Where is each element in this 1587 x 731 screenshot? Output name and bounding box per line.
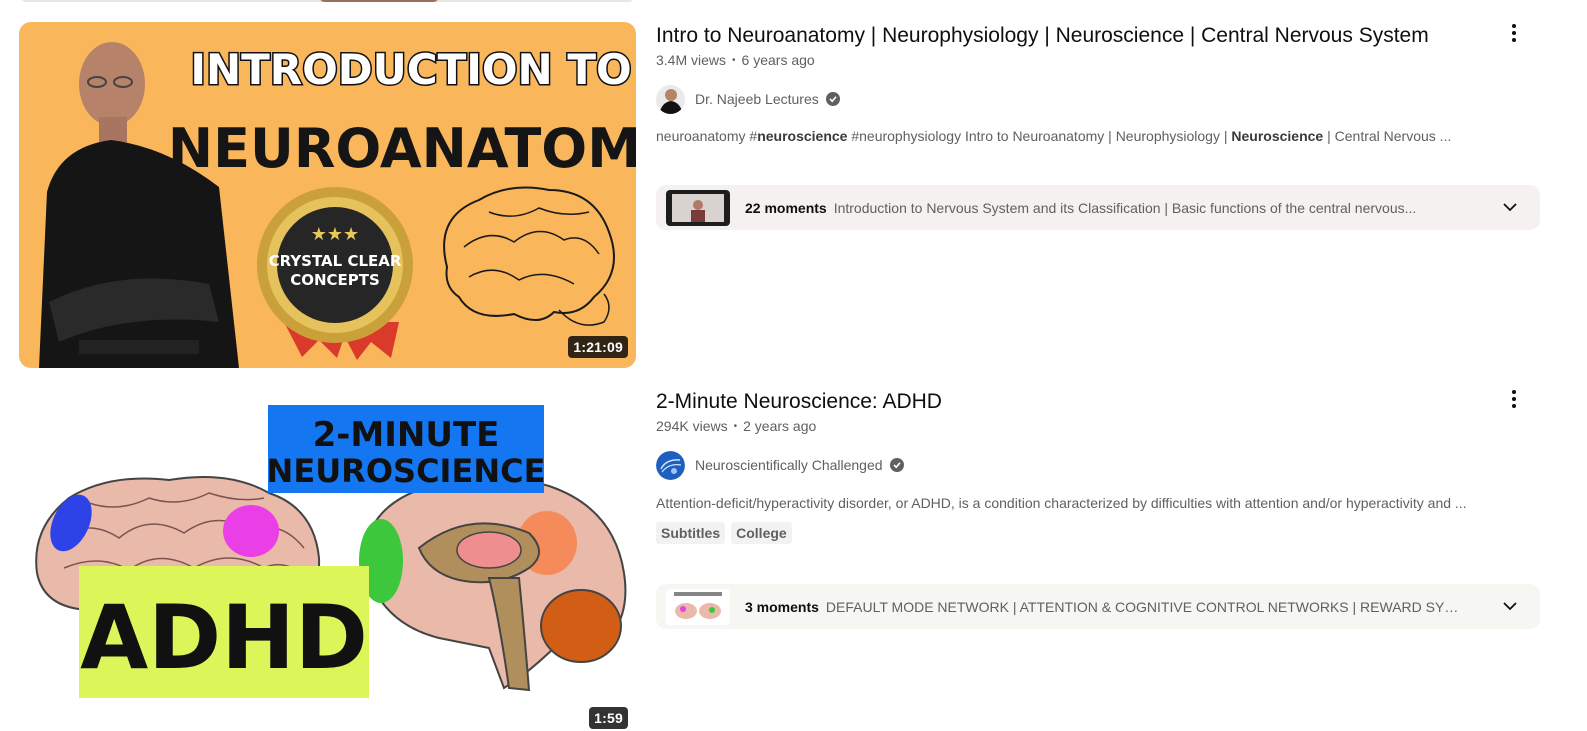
svg-text:★★★: ★★★ bbox=[311, 224, 359, 245]
separator-dot: • bbox=[733, 420, 738, 432]
badge-college: College bbox=[731, 522, 792, 544]
thumb-main-text: ADHD bbox=[80, 586, 368, 689]
separator-dot: • bbox=[732, 54, 736, 66]
upload-age: 2 years ago bbox=[743, 418, 817, 434]
verified-check-icon bbox=[825, 92, 840, 106]
channel-row[interactable]: Neuroscientifically Challenged bbox=[656, 450, 1559, 480]
description-text: neuroanatomy # bbox=[656, 128, 758, 144]
view-count: 3.4M views bbox=[656, 52, 727, 68]
video-duration: 1:21:09 bbox=[568, 336, 628, 358]
video-title[interactable]: Intro to Neuroanatomy | Neurophysiology … bbox=[656, 21, 1559, 51]
search-results-page: INTRODUCTION TO NEUROANATOMY ★★★ CRYSTAL… bbox=[0, 0, 1587, 731]
thumb-banner-line1: 2-MINUTE bbox=[313, 415, 500, 455]
key-moments-bar[interactable]: 22 moments Introduction to Nervous Syste… bbox=[656, 185, 1540, 230]
thumb-title-line1: INTRODUCTION TO bbox=[190, 45, 631, 94]
description-text: | Central Nervous ... bbox=[1323, 128, 1452, 144]
video-thumbnail[interactable]: 2-MINUTE NEUROSCIENCE ADHD 1:59 bbox=[19, 388, 636, 731]
thumbnail-image: INTRODUCTION TO NEUROANATOMY ★★★ CRYSTAL… bbox=[19, 22, 636, 368]
channel-avatar[interactable] bbox=[656, 84, 685, 114]
video-description: Attention-deficit/hyperactivity disorder… bbox=[656, 495, 1536, 511]
description-highlight: neuroscience bbox=[757, 128, 848, 144]
thumb-title-line2: NEUROANATOMY bbox=[168, 117, 636, 180]
description-text: Attention-deficit/hyperactivity disorder… bbox=[656, 495, 1467, 511]
video-info: 2-Minute Neuroscience: ADHD 294K views •… bbox=[656, 388, 1559, 544]
channel-avatar[interactable] bbox=[656, 450, 685, 480]
description-text: #neurophysiology Intro to Neuroanatomy |… bbox=[847, 128, 1232, 144]
thumb-banner-line2: NEUROSCIENCE bbox=[267, 452, 546, 490]
view-count: 294K views bbox=[656, 418, 728, 434]
key-moments-bar[interactable]: 3 moments DEFAULT MODE NETWORK | ATTENTI… bbox=[656, 584, 1540, 629]
thumbnail-image: 2-MINUTE NEUROSCIENCE ADHD bbox=[19, 388, 636, 731]
previous-result-thumbnail-edge[interactable] bbox=[19, 0, 636, 2]
moment-thumbnail[interactable] bbox=[666, 189, 730, 226]
badge-list: Subtitles College bbox=[656, 522, 1559, 544]
upload-age: 6 years ago bbox=[741, 52, 815, 68]
moments-count: 3 moments bbox=[745, 598, 819, 615]
channel-row[interactable]: Dr. Najeeb Lectures bbox=[656, 84, 1559, 114]
seal-text-1: CRYSTAL CLEAR bbox=[269, 252, 402, 270]
description-highlight: Neuroscience bbox=[1231, 128, 1324, 144]
verified-check-icon bbox=[889, 458, 904, 472]
badge-subtitles: Subtitles bbox=[656, 522, 726, 544]
more-actions-icon[interactable] bbox=[1506, 387, 1522, 411]
moments-count: 22 moments bbox=[745, 199, 827, 216]
chevron-down-icon[interactable] bbox=[1500, 197, 1520, 217]
video-result-2[interactable]: 2-MINUTE NEUROSCIENCE ADHD 1:59 2-Minute… bbox=[19, 388, 1559, 731]
video-metadata: 294K views • 2 years ago bbox=[656, 418, 1559, 434]
moments-description: DEFAULT MODE NETWORK | ATTENTION & COGNI… bbox=[825, 598, 1466, 615]
video-description: neuroanatomy #neuroscience #neurophysiol… bbox=[656, 128, 1536, 144]
video-duration: 1:59 bbox=[589, 707, 628, 729]
video-metadata: 3.4M views • 6 years ago bbox=[656, 52, 1559, 68]
more-actions-icon[interactable] bbox=[1506, 21, 1522, 45]
moments-description: Introduction to Nervous System and its C… bbox=[833, 199, 1417, 216]
seal-text-2: CONCEPTS bbox=[290, 271, 380, 289]
channel-name[interactable]: Dr. Najeeb Lectures bbox=[695, 91, 819, 107]
moment-thumbnail[interactable] bbox=[666, 588, 730, 625]
channel-name[interactable]: Neuroscientifically Challenged bbox=[695, 457, 883, 473]
video-thumbnail[interactable]: INTRODUCTION TO NEUROANATOMY ★★★ CRYSTAL… bbox=[19, 22, 636, 368]
video-result-1[interactable]: INTRODUCTION TO NEUROANATOMY ★★★ CRYSTAL… bbox=[19, 22, 1559, 368]
chevron-down-icon[interactable] bbox=[1500, 596, 1520, 616]
video-title[interactable]: 2-Minute Neuroscience: ADHD bbox=[656, 387, 1559, 417]
video-info: Intro to Neuroanatomy | Neurophysiology … bbox=[656, 22, 1559, 144]
